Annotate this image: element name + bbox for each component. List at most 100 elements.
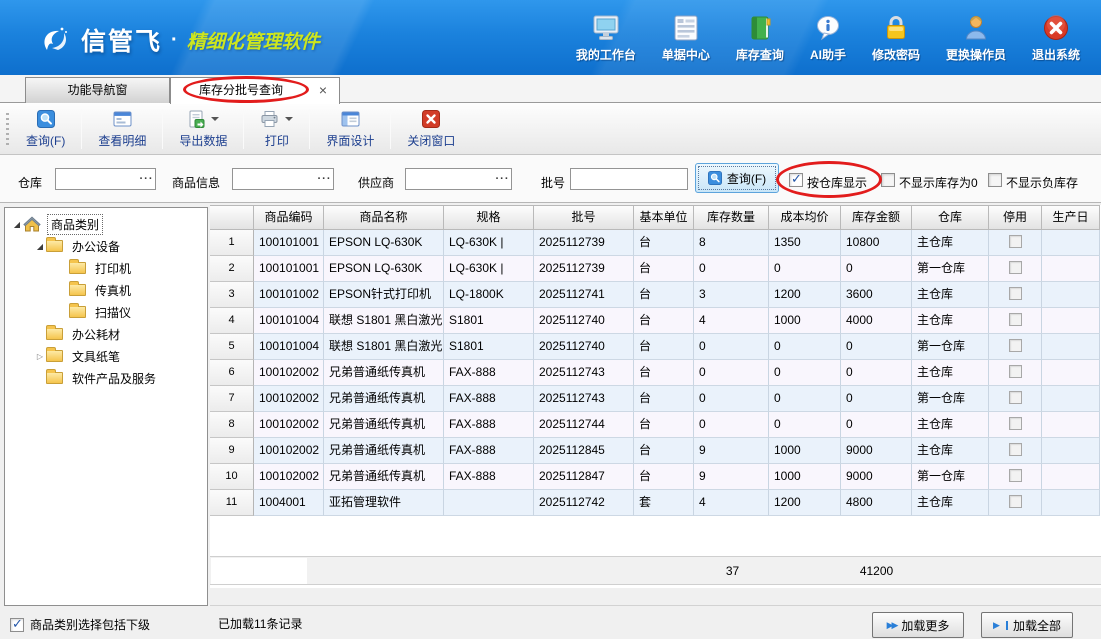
toolbar-separator [309,109,310,149]
column-header-warehouse[interactable]: 仓库 [912,205,989,230]
supplier-picker-icon[interactable]: ··· [494,169,511,189]
column-header-batch-no[interactable]: 批号 [534,205,634,230]
disabled-checkbox[interactable] [1009,287,1022,300]
load-more-button[interactable]: ▶▶ 加载更多 [872,612,964,638]
toolbar-print-button[interactable]: 打印 [250,105,303,153]
disabled-checkbox[interactable] [1009,469,1022,482]
tree-item[interactable]: 打印机 [5,257,207,279]
nav-change-password[interactable]: 修改密码 [859,13,933,63]
tree-item[interactable]: ◢商品类别 [5,213,207,235]
table-row[interactable]: 5100101004联想 S1801 黑白激光S18012025112740台0… [210,334,1101,360]
nav-ai-assistant[interactable]: AI助手 [797,13,859,63]
table-row[interactable]: 6100102002兄弟普通纸传真机FAX-8882025112743台000主… [210,360,1101,386]
table-row[interactable]: 8100102002兄弟普通纸传真机FAX-8882025112744台000主… [210,412,1101,438]
tab-label: 库存分批号查询 [199,83,283,97]
load-all-button[interactable]: ▶ 加载全部 [981,612,1073,638]
hide-negative-stock-checkbox[interactable] [988,173,1002,187]
product-picker-icon[interactable]: ··· [316,169,333,189]
toolbar-query-button[interactable]: 查询(F) [16,105,75,153]
disabled-checkbox[interactable] [1009,235,1022,248]
column-header-product-name[interactable]: 商品名称 [324,205,444,230]
load-all-label: 加载全部 [1013,617,1061,634]
cell-product-name: EPSON LQ-630K [324,230,444,256]
cell-product-code: 100102002 [254,360,324,386]
toolbar-ui-design-button[interactable]: 界面设计 [316,105,384,153]
row-number: 9 [210,438,254,464]
tree-expander-open-icon[interactable]: ◢ [11,220,23,229]
column-header-spec[interactable]: 规格 [444,205,534,230]
tree-item-label: 办公设备 [69,237,123,256]
toolbar-export-button[interactable]: 导出数据 [169,105,237,153]
top-nav: 我的工作台 单据中心 库存查询 [563,13,1093,63]
warehouse-picker-icon[interactable]: ··· [138,169,155,189]
tab-function-navigator[interactable]: 功能导航窗 [25,77,170,103]
tree-item[interactable]: 办公耗材 [5,323,207,345]
column-header-base-unit[interactable]: 基本单位 [634,205,694,230]
query-button[interactable]: 查询(F) [695,163,779,193]
warehouse-input[interactable]: ··· [55,168,156,190]
disabled-checkbox[interactable] [1009,443,1022,456]
column-header-product-code[interactable]: 商品编码 [254,205,324,230]
tree-item[interactable]: ◢ 办公设备 [5,235,207,257]
table-row[interactable]: 2100101001EPSON LQ-630KLQ-630K |20251127… [210,256,1101,282]
include-children-option[interactable]: 商品类别选择包括下级 [10,616,150,633]
cell-stock-qty: 4 [694,490,769,516]
nav-label: 退出系统 [1032,46,1080,63]
nav-my-workbench[interactable]: 我的工作台 [563,13,649,63]
disabled-checkbox[interactable] [1009,391,1022,404]
disabled-checkbox[interactable] [1009,495,1022,508]
disabled-checkbox[interactable] [1009,339,1022,352]
cell-base-unit: 台 [634,308,694,334]
tree-item[interactable]: 扫描仪 [5,301,207,323]
batch-input[interactable] [570,168,688,190]
show-by-warehouse-checkbox[interactable] [789,173,803,187]
toolbar-view-detail-button[interactable]: 查看明细 [88,105,156,153]
toolbar-separator [81,109,82,149]
tree-item[interactable]: 传真机 [5,279,207,301]
hide-zero-stock-checkbox[interactable] [881,173,895,187]
cell-product-code: 100102002 [254,412,324,438]
tree-item[interactable]: ▷文具纸笔 [5,345,207,367]
disabled-checkbox[interactable] [1009,261,1022,274]
cell-warehouse: 主仓库 [912,438,989,464]
cell-avg-cost: 0 [769,360,841,386]
column-header-stock-amount[interactable]: 库存金额 [841,205,912,230]
tab-inventory-batch-query[interactable]: 库存分批号查询 × [170,77,340,104]
table-row[interactable]: 10100102002兄弟普通纸传真机FAX-8882025112847台910… [210,464,1101,490]
dropdown-caret-icon[interactable] [285,117,293,121]
nav-exit-system[interactable]: 退出系统 [1019,13,1093,63]
nav-inventory-query[interactable]: 库存查询 [723,13,797,63]
row-number: 2 [210,256,254,282]
summary-spacer [211,558,307,584]
include-children-checkbox[interactable] [10,618,24,632]
column-header-production-date[interactable]: 生产日 [1042,205,1100,230]
supplier-input[interactable]: ··· [405,168,512,190]
table-row[interactable]: 1100101001EPSON LQ-630KLQ-630K |20251127… [210,230,1101,256]
nav-document-center[interactable]: 单据中心 [649,13,723,63]
table-row[interactable]: 7100102002兄弟普通纸传真机FAX-8882025112743台000第… [210,386,1101,412]
cell-spec: FAX-888 [444,464,534,490]
disabled-checkbox[interactable] [1009,365,1022,378]
table-row[interactable]: 4100101004联想 S1801 黑白激光S18012025112740台4… [210,308,1101,334]
cell-stock-amount: 10800 [841,230,912,256]
column-header-disabled[interactable]: 停用 [989,205,1042,230]
tree-expander-open-icon[interactable]: ◢ [34,242,46,251]
table-row[interactable]: 9100102002兄弟普通纸传真机FAX-8882025112845台9100… [210,438,1101,464]
cell-spec: S1801 [444,334,534,360]
tree-item[interactable]: 软件产品及服务 [5,367,207,389]
column-header-avg-cost[interactable]: 成本均价 [769,205,841,230]
toolbar-close-window-button[interactable]: 关闭窗口 [397,105,465,153]
cell-batch-no: 2025112845 [534,438,634,464]
column-header-stock-qty[interactable]: 库存数量 [694,205,769,230]
table-row[interactable]: 3100101002EPSON针式打印机LQ-1800K2025112741台3… [210,282,1101,308]
tab-close-icon[interactable]: × [319,78,327,103]
nav-switch-operator[interactable]: 更换操作员 [933,13,1019,63]
tree-expander-closed-icon[interactable]: ▷ [34,352,46,361]
toolbar-grip-handle[interactable] [6,113,9,145]
product-info-input[interactable]: ··· [232,168,334,190]
table-row[interactable]: 111004001亚拓管理软件2025112742套412004800主仓库 [210,490,1101,516]
disabled-checkbox[interactable] [1009,417,1022,430]
disabled-checkbox[interactable] [1009,313,1022,326]
dropdown-caret-icon[interactable] [211,117,219,121]
exit-icon [1041,13,1071,43]
